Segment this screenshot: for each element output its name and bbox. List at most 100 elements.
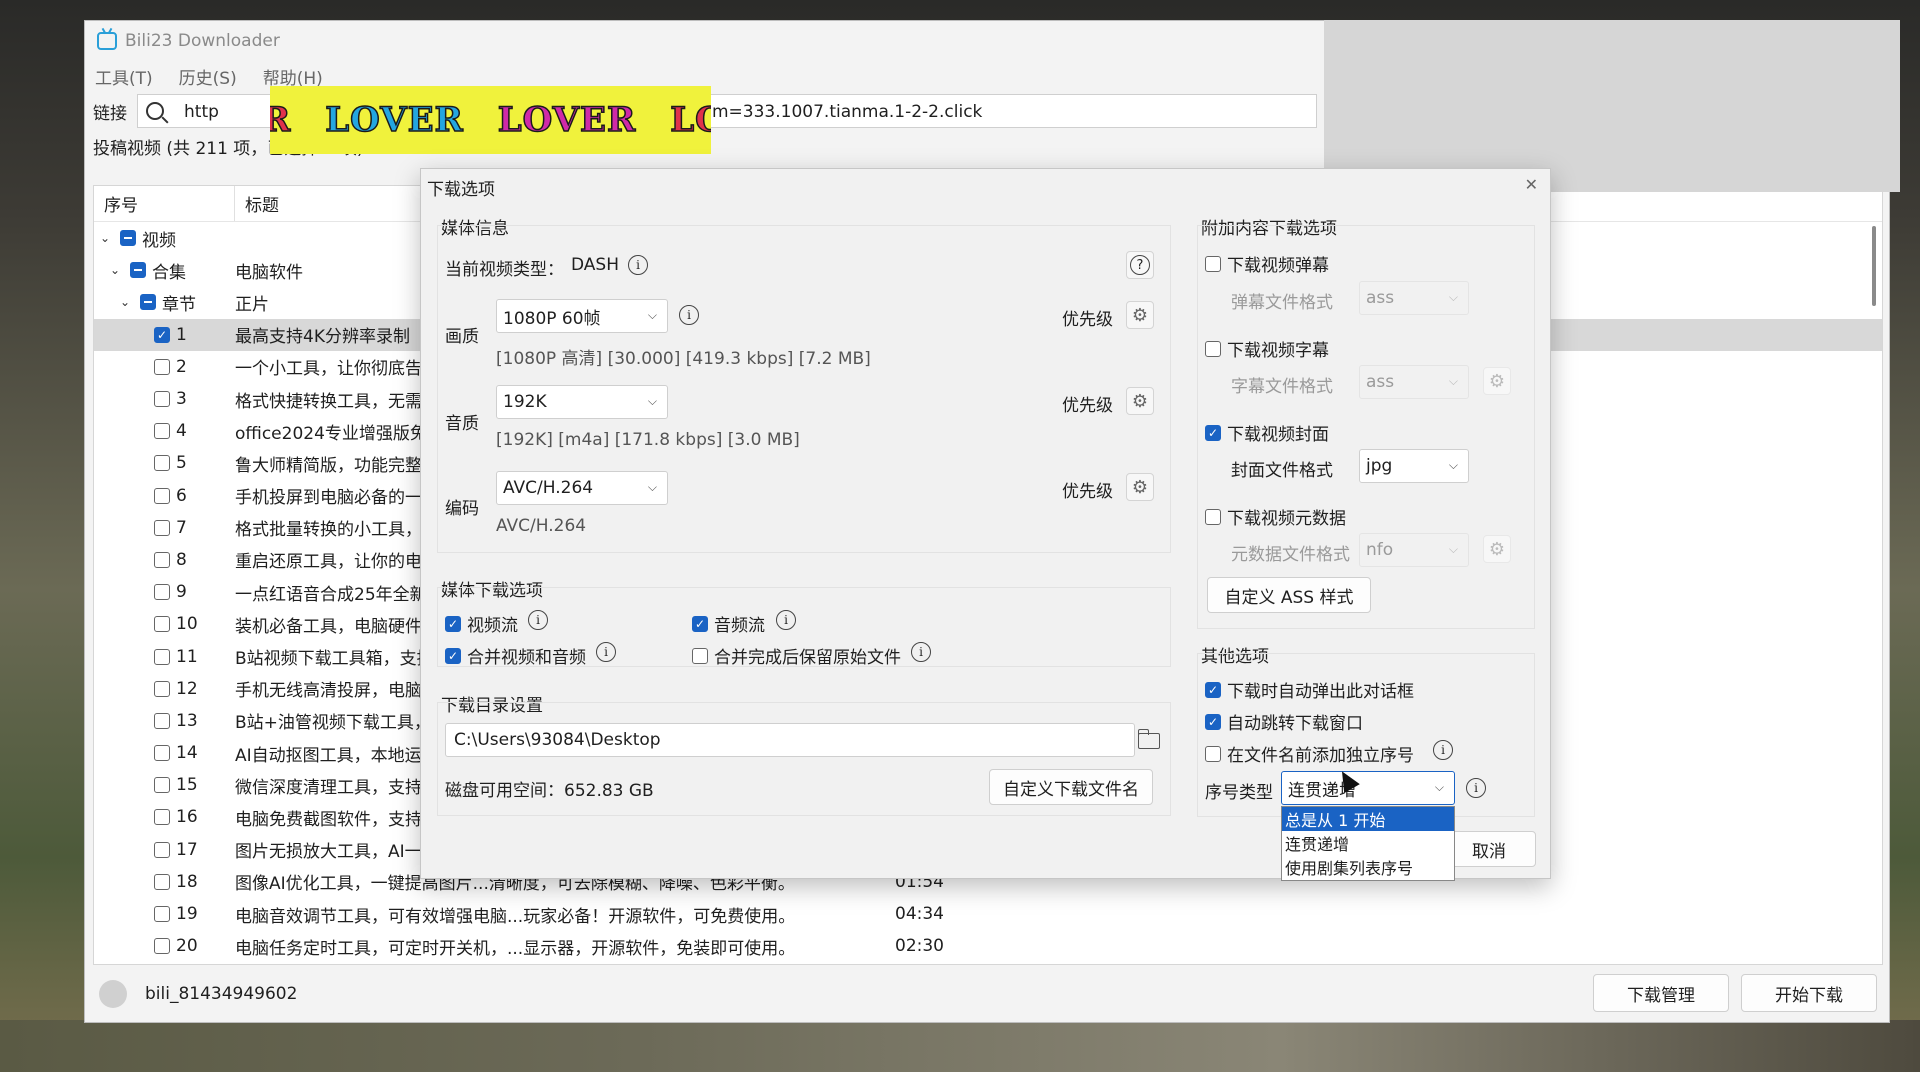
menu-tools[interactable]: 工具(T)	[95, 64, 153, 89]
subtitle-checkbox[interactable]	[1205, 340, 1221, 357]
scrollbar[interactable]	[1872, 226, 1876, 306]
gear-icon[interactable]: ⚙	[1126, 301, 1154, 329]
row-checkbox[interactable]	[154, 745, 170, 762]
row-index: 12	[176, 678, 198, 699]
audio-stream-checkbox[interactable]: ✓	[692, 615, 708, 632]
status-bar: bili_81434949602 下载管理 开始下载	[85, 969, 1889, 1019]
row-checkbox[interactable]	[154, 680, 170, 697]
merge-checkbox[interactable]: ✓	[445, 647, 461, 664]
row-checkbox[interactable]	[154, 906, 170, 923]
index-option-from-one[interactable]: 总是从 1 开始	[1282, 807, 1454, 831]
link-input[interactable]: http m=333.1007.tianma.1-2-2.click R LOV…	[137, 86, 1317, 154]
merge-option[interactable]: ✓ 合并视频和音频	[445, 643, 586, 668]
auto-popup-checkbox[interactable]: ✓	[1205, 681, 1221, 698]
index-option-episode[interactable]: 使用剧集列表序号	[1282, 855, 1454, 879]
info-icon[interactable]: i	[911, 642, 931, 662]
row-checkbox[interactable]	[154, 519, 170, 536]
auto-jump-option[interactable]: ✓ 自动跳转下载窗口	[1205, 709, 1363, 734]
custom-ass-button[interactable]: 自定义 ASS 样式	[1207, 577, 1371, 613]
chevron-down-icon[interactable]: ⌄	[110, 263, 124, 277]
row-index: 7	[176, 517, 187, 538]
metadata-option[interactable]: 下载视频元数据	[1205, 504, 1346, 529]
index-option-continuous[interactable]: 连贯递增	[1282, 831, 1454, 855]
row-checkbox[interactable]	[154, 938, 170, 955]
start-download-button[interactable]: 开始下载	[1741, 974, 1877, 1012]
gear-icon[interactable]: ⚙	[1126, 387, 1154, 415]
chevron-down-icon: ⌵	[647, 308, 657, 322]
window-title: Bili23 Downloader	[125, 31, 280, 51]
header-index[interactable]: 序号	[94, 186, 235, 221]
close-icon[interactable]: ✕	[1525, 175, 1538, 194]
auto-popup-option[interactable]: ✓ 下载时自动弹出此对话框	[1205, 677, 1414, 702]
cancel-button[interactable]: 取消	[1442, 831, 1536, 867]
avatar[interactable]	[99, 980, 127, 1008]
custom-filename-button[interactable]: 自定义下载文件名	[989, 769, 1153, 805]
menu-help[interactable]: 帮助(H)	[263, 64, 323, 89]
keep-original-checkbox[interactable]	[692, 647, 708, 664]
audio-select[interactable]: 192K ⌵	[496, 385, 668, 419]
row-checkbox[interactable]	[154, 809, 170, 826]
keep-original-option[interactable]: 合并完成后保留原始文件	[692, 643, 901, 668]
row-index: 1	[176, 324, 187, 345]
chevron-down-icon[interactable]: ⌄	[120, 295, 134, 309]
video-stream-option[interactable]: ✓ 视频流	[445, 611, 518, 636]
row-checkbox[interactable]	[154, 391, 170, 408]
info-icon[interactable]: i	[528, 610, 548, 630]
row-checkbox[interactable]	[154, 777, 170, 794]
download-path-input[interactable]: C:\Users\93084\Desktop	[445, 723, 1135, 757]
search-icon[interactable]	[146, 102, 164, 120]
metadata-checkbox[interactable]	[1205, 508, 1221, 525]
row-checkbox[interactable]	[154, 841, 170, 858]
danmaku-option[interactable]: 下载视频弹幕	[1205, 251, 1329, 276]
info-icon[interactable]: i	[1466, 778, 1486, 798]
info-icon[interactable]: i	[776, 610, 796, 630]
add-index-option[interactable]: 在文件名前添加独立序号	[1205, 741, 1414, 766]
row-checkbox[interactable]: ✓	[154, 326, 170, 343]
folder-icon[interactable]	[1137, 729, 1160, 749]
row-index: 6	[176, 485, 187, 506]
row-checkbox[interactable]	[154, 551, 170, 568]
help-button[interactable]: ?	[1126, 251, 1154, 279]
info-icon[interactable]: i	[1433, 740, 1453, 760]
group-checkbox[interactable]	[120, 230, 136, 247]
audio-stream-option[interactable]: ✓ 音频流	[692, 611, 765, 636]
group-checkbox[interactable]	[140, 294, 156, 311]
cover-checkbox[interactable]: ✓	[1205, 424, 1221, 441]
metadata-format-select: nfo ⌵	[1359, 533, 1469, 567]
index-type-dropdown[interactable]: 总是从 1 开始 连贯递增 使用剧集列表序号	[1281, 806, 1455, 881]
row-checkbox[interactable]	[154, 873, 170, 890]
info-icon[interactable]: i	[679, 305, 699, 325]
info-icon[interactable]: i	[628, 255, 648, 275]
table-row[interactable]: 19 电脑音效调节工具，可有效增强电脑...玩家必备！开源软件，可免费使用。 04:…	[94, 898, 1882, 930]
row-checkbox[interactable]	[154, 584, 170, 601]
info-icon[interactable]: i	[596, 642, 616, 662]
index-type-select[interactable]: 连贯递增 ⌵	[1281, 771, 1455, 805]
subtitle-option[interactable]: 下载视频字幕	[1205, 336, 1329, 361]
download-manager-button[interactable]: 下载管理	[1593, 974, 1729, 1012]
gear-icon[interactable]: ⚙	[1126, 473, 1154, 501]
audio-label: 音质	[445, 414, 479, 434]
row-checkbox[interactable]	[154, 487, 170, 504]
row-checkbox[interactable]	[154, 358, 170, 375]
row-checkbox[interactable]	[154, 423, 170, 440]
row-checkbox[interactable]	[154, 648, 170, 665]
desktop-background	[0, 1020, 1920, 1072]
quality-select[interactable]: 1080P 60帧 ⌵	[496, 299, 668, 333]
row-checkbox[interactable]	[154, 455, 170, 472]
video-type-label: 当前视频类型：	[445, 260, 564, 280]
cover-format-select[interactable]: jpg ⌵	[1359, 449, 1469, 483]
metadata-format-label: 元数据文件格式	[1231, 545, 1350, 565]
menu-history[interactable]: 历史(S)	[179, 64, 237, 89]
chevron-down-icon: ⌵	[1448, 542, 1458, 556]
group-checkbox[interactable]	[130, 262, 146, 279]
table-row[interactable]: 20 电脑任务定时工具，可定时开关机，...显示器，开源软件，免装即可使用。 02:…	[94, 930, 1882, 962]
row-checkbox[interactable]	[154, 616, 170, 633]
cover-option[interactable]: ✓ 下载视频封面	[1205, 420, 1329, 445]
video-stream-checkbox[interactable]: ✓	[445, 615, 461, 632]
auto-jump-checkbox[interactable]: ✓	[1205, 713, 1221, 730]
chevron-down-icon[interactable]: ⌄	[100, 231, 114, 245]
danmaku-checkbox[interactable]	[1205, 255, 1221, 272]
add-index-checkbox[interactable]	[1205, 745, 1221, 762]
codec-select[interactable]: AVC/H.264 ⌵	[496, 471, 668, 505]
row-checkbox[interactable]	[154, 712, 170, 729]
